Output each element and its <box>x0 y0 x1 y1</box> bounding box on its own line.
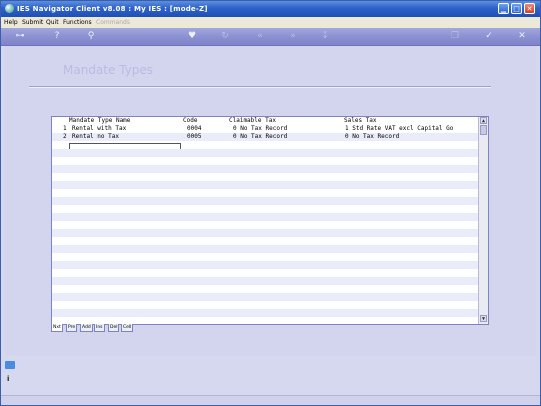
fast-forward-icon[interactable]: » <box>287 30 299 43</box>
search-icon[interactable]: ⚲ <box>85 30 97 43</box>
info-icon[interactable]: i <box>7 375 9 383</box>
table-row-empty[interactable] <box>52 301 478 309</box>
title-divider <box>29 86 491 88</box>
table-row-empty[interactable] <box>52 229 478 237</box>
cell-name[interactable]: Rental no Tax <box>72 133 119 141</box>
refresh-icon[interactable]: ↻ <box>219 30 231 43</box>
column-header-code[interactable]: Code <box>183 117 197 125</box>
tab-next[interactable]: Nxt <box>51 324 63 332</box>
table-row[interactable]: 1 Rental with Tax 0004 0 No Tax Record 1… <box>52 125 478 133</box>
download-icon[interactable]: ↧ <box>319 30 331 43</box>
menu-functions[interactable]: Functions <box>63 17 92 28</box>
menu-bar: Help Submit Quit Functions Commands <box>1 17 540 28</box>
cell-claimable-tax[interactable]: 0 No Tax Record <box>233 133 287 141</box>
table-row-empty[interactable] <box>52 205 478 213</box>
column-header-claimable-tax[interactable]: Claimable Tax <box>229 117 276 125</box>
panel-badge-icon[interactable] <box>5 361 15 369</box>
help-icon[interactable]: ? <box>51 30 63 43</box>
menu-help[interactable]: Help <box>4 17 18 28</box>
cell-sales-tax[interactable]: 0 No Tax Record <box>345 133 399 141</box>
column-header-name[interactable]: Mandate Type Name <box>69 117 130 125</box>
table-row-empty[interactable] <box>52 221 478 229</box>
table-row-empty[interactable] <box>52 181 478 189</box>
key-icon[interactable]: ⊶ <box>9 30 31 43</box>
row-number: 1 <box>63 125 67 132</box>
close-icon[interactable]: ✕ <box>516 30 528 43</box>
table-row-empty[interactable] <box>52 293 478 301</box>
title-bar: IES Navigator Client v8.08 : My IES : [m… <box>1 1 540 17</box>
main-content: Mandate Types Mandate Type Name Code Cla… <box>5 46 536 356</box>
cell-sales-tax[interactable]: 1 Std Rate VAT excl Capital Go <box>345 125 453 133</box>
grid-vertical-scrollbar[interactable]: ▲ ▼ <box>478 117 488 324</box>
grid-header: Mandate Type Name Code Claimable Tax Sal… <box>52 117 478 125</box>
menu-submit[interactable]: Submit <box>22 17 43 28</box>
maximize-button[interactable]: □ <box>511 3 522 14</box>
table-row-empty[interactable] <box>52 285 478 293</box>
tab-insert[interactable]: Ins <box>94 324 105 332</box>
rewind-icon[interactable]: « <box>254 30 266 43</box>
table-row-empty[interactable] <box>52 149 478 157</box>
tab-delete[interactable]: Del <box>108 324 120 332</box>
tab-cell[interactable]: Cell <box>121 324 134 332</box>
tab-add[interactable]: Add <box>80 324 93 332</box>
table-row[interactable]: 2 Rental no Tax 0005 0 No Tax Record 0 N… <box>52 133 478 141</box>
check-icon[interactable]: ✓ <box>483 30 495 43</box>
copy-icon[interactable]: ❐ <box>449 30 461 43</box>
heart-icon[interactable]: ♥ <box>186 30 198 43</box>
cell-code[interactable]: 0005 <box>187 133 201 141</box>
tab-previous[interactable]: Pre <box>66 324 78 332</box>
cell-code[interactable]: 0004 <box>187 125 201 133</box>
scroll-up-arrow-icon[interactable]: ▲ <box>480 117 487 124</box>
table-row-empty[interactable] <box>52 157 478 165</box>
app-window: IES Navigator Client v8.08 : My IES : [m… <box>0 0 541 406</box>
table-row-empty[interactable] <box>52 309 478 317</box>
close-window-button[interactable]: ✕ <box>524 3 535 14</box>
table-row-empty[interactable] <box>52 261 478 269</box>
mandate-types-grid[interactable]: Mandate Type Name Code Claimable Tax Sal… <box>51 116 489 325</box>
table-row-empty[interactable] <box>52 269 478 277</box>
minimize-button[interactable]: ▁ <box>498 3 509 14</box>
left-side-panel: i <box>5 361 15 391</box>
cell-name[interactable]: Rental with Tax <box>72 125 126 133</box>
table-row-empty[interactable] <box>52 245 478 253</box>
column-header-sales-tax[interactable]: Sales Tax <box>344 117 377 125</box>
menu-commands: Commands <box>96 19 130 26</box>
scroll-thumb[interactable] <box>480 125 487 135</box>
table-row-empty[interactable] <box>52 173 478 181</box>
table-row-empty[interactable] <box>52 253 478 261</box>
menu-quit[interactable]: Quit <box>46 17 59 28</box>
table-row-empty[interactable] <box>52 165 478 173</box>
table-row-empty[interactable] <box>52 189 478 197</box>
toolbar: ⊶ ? ⚲ ♥ ↻ « » ↧ ❐ ✓ ✕ <box>1 28 540 46</box>
table-row-empty[interactable] <box>52 277 478 285</box>
row-number: 2 <box>63 133 67 140</box>
cell-claimable-tax[interactable]: 0 No Tax Record <box>233 125 287 133</box>
status-bar <box>1 395 540 405</box>
window-title: IES Navigator Client v8.08 : My IES : [m… <box>17 5 208 13</box>
page-title: Mandate Types <box>63 63 153 77</box>
table-row-empty[interactable] <box>52 237 478 245</box>
table-row-empty[interactable] <box>52 213 478 221</box>
scroll-down-arrow-icon[interactable]: ▼ <box>480 315 487 322</box>
app-logo-icon <box>5 4 14 13</box>
table-row-empty[interactable] <box>52 197 478 205</box>
